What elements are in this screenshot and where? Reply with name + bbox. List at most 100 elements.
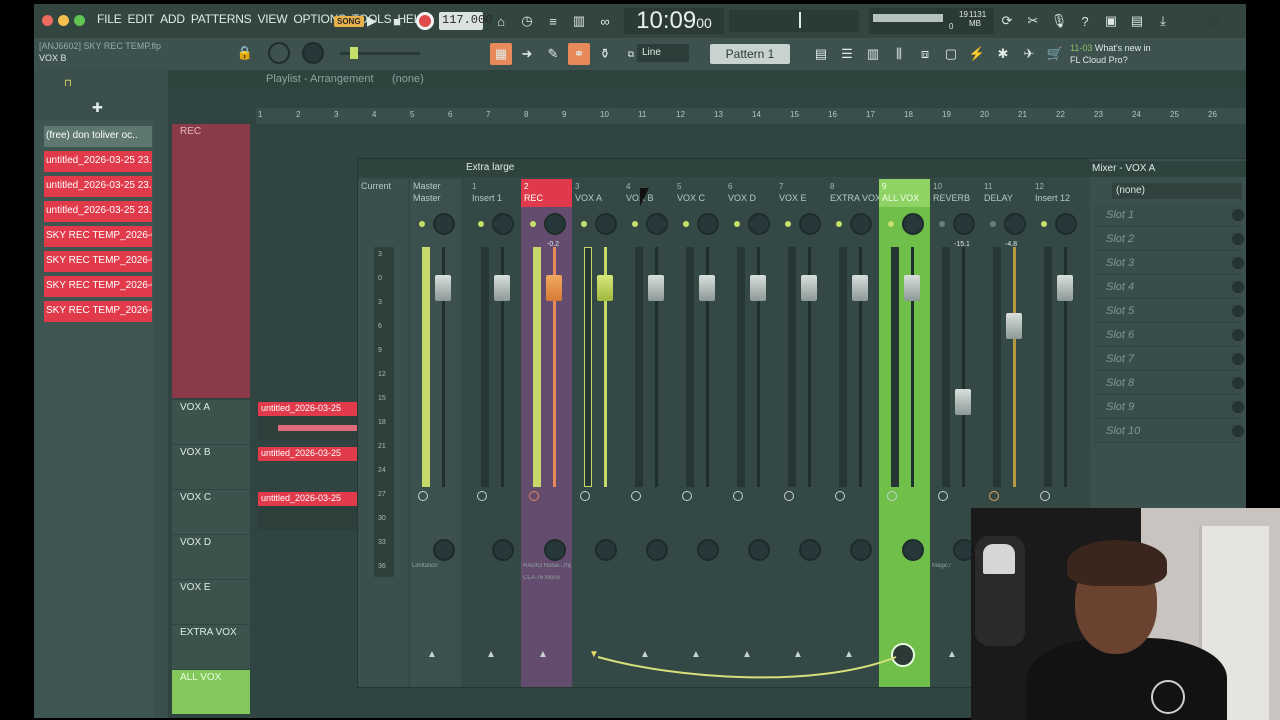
strip-led[interactable] — [785, 221, 791, 227]
pan-knob[interactable] — [799, 213, 821, 235]
pan-knob[interactable] — [850, 213, 872, 235]
routing-ring[interactable] — [938, 491, 948, 501]
routing-ring[interactable] — [477, 491, 487, 501]
volume-fader[interactable] — [904, 275, 920, 301]
pan-knob[interactable] — [433, 213, 455, 235]
fx-slot[interactable]: Slot 9 — [1094, 397, 1244, 419]
routing-ring[interactable] — [989, 491, 999, 501]
project-icon[interactable]: ▢ — [940, 43, 962, 65]
routing-ring[interactable] — [887, 491, 897, 501]
mixer-icon[interactable]: ⫼ — [888, 43, 910, 65]
strip-led[interactable] — [888, 221, 894, 227]
stop-icon[interactable]: ■ — [386, 10, 408, 32]
routing-ring[interactable] — [784, 491, 794, 501]
fx-slot[interactable]: Slot 6 — [1094, 325, 1244, 347]
stereo-knob[interactable] — [544, 539, 566, 561]
fx-slot[interactable]: Slot 3 — [1094, 253, 1244, 275]
download-icon[interactable]: ⤓ — [1152, 10, 1174, 32]
wait-input-icon[interactable]: ◷ — [516, 10, 538, 32]
maximize-window-button[interactable] — [74, 15, 85, 26]
fx-slot[interactable]: Slot 2 — [1094, 229, 1244, 251]
mixer-strip-vox-a[interactable]: 3 VOX A ▼ — [572, 179, 623, 687]
volume-fader[interactable] — [435, 275, 451, 301]
routing-ring[interactable] — [580, 491, 590, 501]
mixer-strip-all-vox[interactable]: 9 ALL VOX — [879, 179, 930, 687]
fx-slot[interactable]: Slot 5 — [1094, 301, 1244, 323]
browser-item[interactable]: SKY REC TEMP_2026-03-.. — [44, 301, 152, 322]
pan-knob[interactable] — [646, 213, 668, 235]
time-display[interactable]: 10:0900 — [624, 8, 724, 34]
volume-fader[interactable] — [648, 275, 664, 301]
loop-record-icon[interactable]: ∞ — [594, 10, 616, 32]
volume-fader[interactable] — [1057, 275, 1073, 301]
browser-item[interactable]: untitled_2026-03-25 23.. — [44, 201, 152, 222]
countdown-icon[interactable]: ≡ — [542, 10, 564, 32]
stereo-knob[interactable] — [799, 539, 821, 561]
fx-slot[interactable]: Slot 4 — [1094, 277, 1244, 299]
playlist-pattern[interactable]: (none) — [392, 73, 424, 85]
route-arrow-icon[interactable]: ▲ — [486, 649, 496, 660]
pan-knob[interactable] — [953, 213, 975, 235]
volume-fader[interactable] — [801, 275, 817, 301]
strip-led[interactable] — [734, 221, 740, 227]
stereo-knob[interactable] — [433, 539, 455, 561]
mixer-size-label[interactable]: Extra large — [466, 162, 514, 173]
step-edit-icon[interactable]: ▥ — [568, 10, 590, 32]
browser-item[interactable]: (free) don toliver oc.. — [44, 126, 152, 147]
metronome-icon[interactable]: ⌂ — [490, 10, 512, 32]
pan-knob[interactable] — [748, 213, 770, 235]
strip-led[interactable] — [939, 221, 945, 227]
fx-slot[interactable]: Slot 8 — [1094, 373, 1244, 395]
arrow-right-icon[interactable]: ➜ — [516, 43, 538, 65]
mixer-strip-rec[interactable]: 2REC -0.2 RADIO Noise...mp and EQ CLA-76… — [521, 179, 572, 687]
stereo-knob[interactable] — [595, 539, 617, 561]
master-slider-handle[interactable] — [350, 47, 358, 59]
rec-track-lane[interactable]: REC — [172, 124, 250, 398]
stereo-knob[interactable] — [646, 539, 668, 561]
mixer-strip-vox-c[interactable]: 5 VOX C ▲ — [674, 179, 725, 687]
track-header-vox-c[interactable]: VOX C — [172, 490, 250, 534]
record-button[interactable] — [414, 10, 436, 32]
main-pitch-knob[interactable] — [302, 42, 324, 64]
menu-add[interactable]: ADD — [157, 12, 188, 26]
strip-led[interactable] — [581, 221, 587, 227]
volume-fader[interactable] — [750, 275, 766, 301]
song-mode-toggle[interactable]: SONG — [334, 16, 364, 27]
strip-led[interactable] — [632, 221, 638, 227]
menu-view[interactable]: VIEW — [254, 12, 290, 26]
menu-file[interactable]: FILE — [94, 12, 125, 26]
track-header-vox-d[interactable]: VOX D — [172, 535, 250, 579]
browser-item[interactable]: SKY REC TEMP_2026-03-.. — [44, 276, 152, 297]
route-arrow-icon[interactable]: ▲ — [427, 649, 437, 660]
routing-ring[interactable] — [1040, 491, 1050, 501]
close-window-button[interactable] — [42, 15, 53, 26]
draw-icon[interactable]: ✎ — [542, 43, 564, 65]
fx-slot[interactable]: Slot 10 — [1094, 421, 1244, 443]
routing-ring[interactable] — [631, 491, 641, 501]
stereo-knob[interactable] — [748, 539, 770, 561]
playlist-icon[interactable]: ▤ — [810, 43, 832, 65]
routing-ring[interactable] — [733, 491, 743, 501]
volume-fader[interactable] — [494, 275, 510, 301]
browser-item[interactable]: untitled_2026-03-25 23.. — [44, 176, 152, 197]
browser-item[interactable]: SKY REC TEMP_2026-03-.. — [44, 251, 152, 272]
volume-fader[interactable] — [546, 275, 562, 301]
tools-icon[interactable]: ✂ — [1022, 10, 1044, 32]
pattern-select[interactable]: Pattern 1 — [710, 44, 790, 64]
play-icon[interactable]: ▶ — [361, 10, 383, 32]
routing-ring[interactable] — [529, 491, 539, 501]
pan-knob[interactable] — [902, 213, 924, 235]
fx-slot[interactable]: Slot 7 — [1094, 349, 1244, 371]
strip-led[interactable] — [1041, 221, 1047, 227]
pan-knob[interactable] — [1055, 213, 1077, 235]
touch-keyboard-icon[interactable]: ✈ — [1018, 43, 1040, 65]
timeline-ruler[interactable]: 1 2 3 4 5 6 7 8 9 10 11 12 13 14 15 16 1… — [256, 108, 1246, 124]
snap-select[interactable]: Line — [637, 44, 689, 62]
fx-slot[interactable]: Slot 1 — [1094, 205, 1244, 227]
lock-icon[interactable]: 🔒 — [234, 42, 256, 64]
stereo-knob[interactable] — [697, 539, 719, 561]
plugin-icon[interactable]: ⚡ — [966, 43, 988, 65]
mixer-strip-vox-e[interactable]: 7 VOX E ▲ — [776, 179, 827, 687]
browser-item[interactable]: untitled_2026-03-25 23.. — [44, 151, 152, 172]
strip-led[interactable] — [530, 221, 536, 227]
